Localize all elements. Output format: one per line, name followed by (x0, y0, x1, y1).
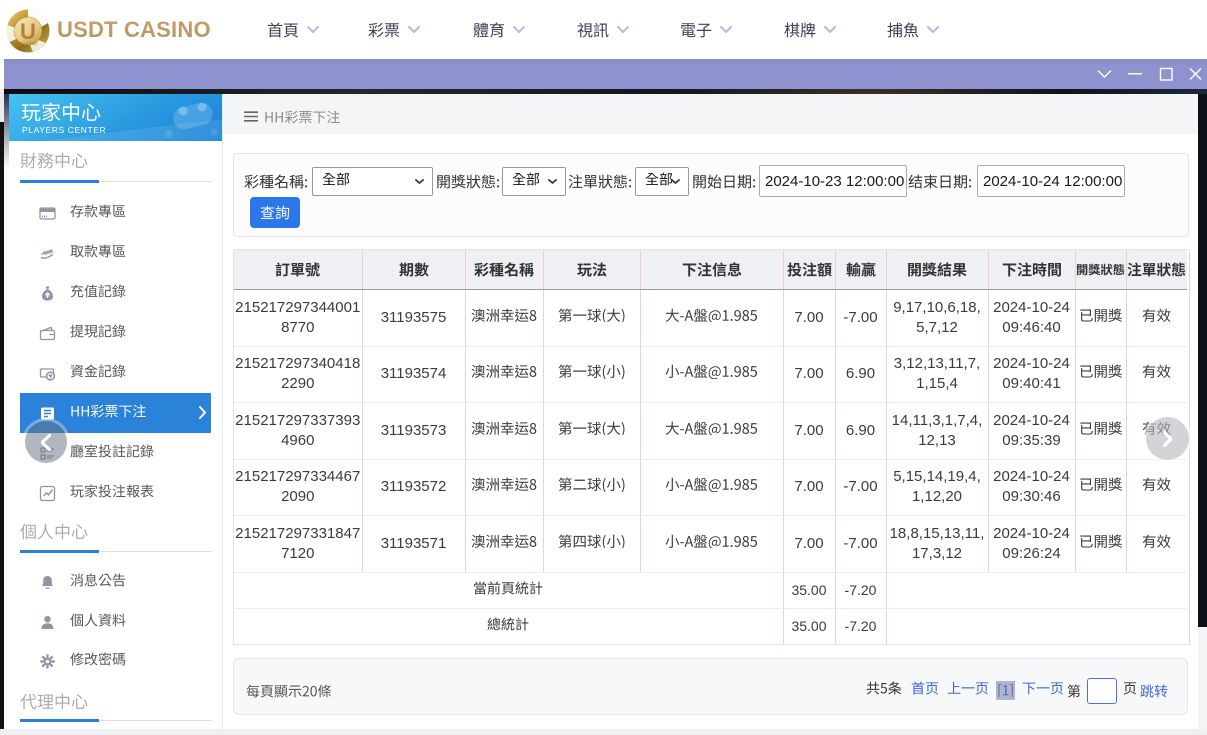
svg-text:CASINO: CASINO (19, 41, 37, 46)
